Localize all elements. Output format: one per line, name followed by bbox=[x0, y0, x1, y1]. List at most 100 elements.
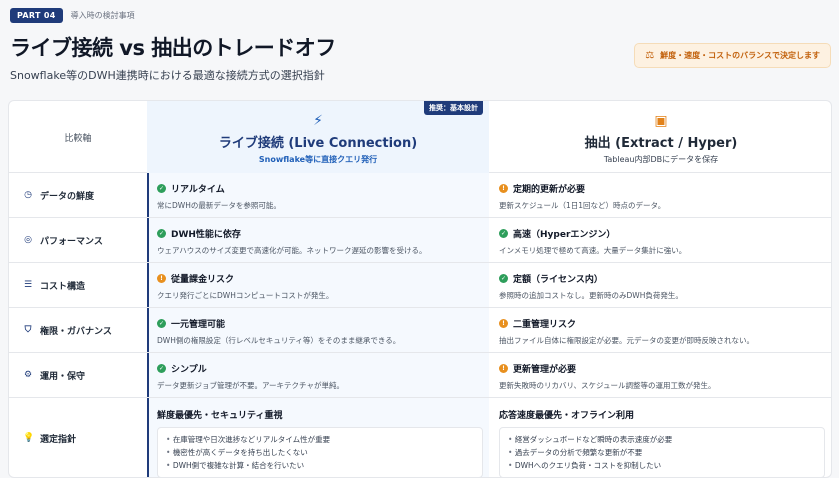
balance-note: ⚖ 鮮度・速度・コストのバランスで決定します bbox=[634, 43, 831, 68]
check-icon: ✓ bbox=[157, 319, 166, 328]
extract-item-label: 更新管理が必要 bbox=[513, 365, 577, 375]
list-item: 機密性が高くデータを持ち出したくない bbox=[166, 446, 474, 459]
scale-icon: ⚖ bbox=[645, 50, 655, 61]
gears-icon: ⚙ bbox=[23, 370, 33, 380]
list-item: 経営ダッシュボードなど瞬時の表示速度が必要 bbox=[508, 433, 816, 446]
gauge-icon: ◎ bbox=[24, 235, 32, 245]
extract-item-label: 定額（ライセンス内） bbox=[513, 275, 603, 285]
table-row: ◎ パフォーマンス ✓ DWH性能に依存ウェアハウスのサイズ変更で高速化が可能。ネット… bbox=[9, 218, 831, 263]
extract-item-title: ! 更新管理が必要 bbox=[499, 362, 831, 375]
guide-axis-label: 選定指針 bbox=[40, 434, 77, 445]
live-item-desc: クエリ発行ごとにDWHコンピュートコストが発生。 bbox=[157, 291, 334, 300]
live-item-label: リアルタイム bbox=[171, 185, 225, 195]
check-icon: ✓ bbox=[157, 184, 166, 193]
guide-row: 💡 選定指針 鮮度最優先・セキュリティ重視 在庫管理や日次進捗などリアルタイム性… bbox=[9, 398, 831, 477]
live-title: ライブ接続 (Live Connection) bbox=[218, 136, 418, 151]
coins-icon: ☰ bbox=[23, 280, 33, 290]
axis-cell: ⛉ 権限・ガバナンス bbox=[9, 308, 147, 352]
extract-item-desc: 更新スケジュール（1日1回など）時点のデータ。 bbox=[499, 201, 666, 210]
table-row: ◷ データの鮮度 ✓ リアルタイム 常にDWHの最新データを参照可能。! 定期的更新が必要… bbox=[9, 173, 831, 218]
table-row: ⛉ 権限・ガバナンス ✓ 一元管理可能 DWH側の権限設定（行レベルセキュリティ等）をそ… bbox=[9, 308, 831, 353]
warning-icon: ! bbox=[499, 184, 508, 193]
guide-live-cell: 鮮度最優先・セキュリティ重視 在庫管理や日次進捗などリアルタイム性が重要 機密性… bbox=[147, 398, 489, 477]
extract-item-title: ! 定期的更新が必要 bbox=[499, 182, 831, 195]
lightbulb-icon: 💡 bbox=[23, 433, 35, 443]
guide-extract-cell: 応答速度最優先・オフライン利用 経営ダッシュボードなど瞬時の表示速度が必要 過去… bbox=[489, 398, 831, 477]
live-item-label: シンプル bbox=[171, 365, 207, 375]
extract-column-header: ▣ 抽出 (Extract / Hyper) Tableau内部DBにデータを保… bbox=[489, 101, 831, 173]
list-item: DWH側で複雑な計算・結合を行いたい bbox=[166, 459, 474, 472]
list-item: DWHへのクエリ負荷・コストを抑制したい bbox=[508, 459, 816, 472]
check-icon: ✓ bbox=[499, 274, 508, 283]
extract-item-desc: 抽出ファイル自体に権限設定が必要。元データの変更が即時反映されない。 bbox=[499, 336, 754, 345]
live-item-title: ✓ シンプル bbox=[157, 362, 489, 375]
live-column-header: 推奨：基本設計 ⚡ ライブ接続 (Live Connection) Snowfl… bbox=[147, 101, 489, 173]
part-badge: PART 04 bbox=[10, 8, 63, 23]
axis-label: 運用・保守 bbox=[40, 371, 86, 382]
part-subtitle: 導入時の検討事項 bbox=[70, 11, 135, 20]
guide-extract-list: 経営ダッシュボードなど瞬時の表示速度が必要 過去データの分析で頻繁な更新が不要 … bbox=[499, 427, 825, 477]
check-icon: ✓ bbox=[499, 229, 508, 238]
live-cell: ! 従量課金リスククエリ発行ごとにDWHコンピュートコストが発生。 bbox=[147, 263, 489, 307]
extract-item-label: 二重管理リスク bbox=[513, 320, 577, 330]
recommended-badge: 推奨：基本設計 bbox=[424, 101, 483, 115]
live-item-label: 従量課金リスク bbox=[171, 275, 235, 285]
extract-item-label: 定期的更新が必要 bbox=[513, 185, 586, 195]
extract-item-title: ! 二重管理リスク bbox=[499, 317, 831, 330]
table-header-row: 比較軸 推奨：基本設計 ⚡ ライブ接続 (Live Connection) Sn… bbox=[9, 101, 831, 173]
shield-icon: ⛉ bbox=[24, 325, 32, 335]
live-item-title: ✓ DWH性能に依存 bbox=[157, 227, 489, 240]
live-cell: ✓ シンプル データ更新ジョブ管理が不要。アーキテクチャが単純。 bbox=[147, 353, 489, 397]
warning-icon: ! bbox=[499, 364, 508, 373]
extract-subtitle: Tableau内部DBにデータを保存 bbox=[603, 155, 719, 164]
list-item: 過去データの分析で頻繁な更新が不要 bbox=[508, 446, 816, 459]
extract-cell: ! 二重管理リスク抽出ファイル自体に権限設定が必要。元データの変更が即時反映されな… bbox=[489, 308, 831, 352]
balance-label: 鮮度・速度・コストのバランスで決定します bbox=[660, 51, 820, 60]
live-item-desc: 常にDWHの最新データを参照可能。 bbox=[157, 201, 281, 210]
live-cell: ✓ DWH性能に依存ウェアハウスのサイズ変更で高速化が可能。ネットワーク遅延の影響… bbox=[147, 218, 489, 262]
list-item: 在庫管理や日次進捗などリアルタイム性が重要 bbox=[166, 433, 474, 446]
extract-title: 抽出 (Extract / Hyper) bbox=[584, 136, 738, 151]
live-cell: ✓ 一元管理可能 DWH側の権限設定（行レベルセキュリティ等）をそのまま継承できる。 bbox=[147, 308, 489, 352]
table-row: ⚙ 運用・保守 ✓ シンプル データ更新ジョブ管理が不要。アーキテクチャが単純。! 更新管… bbox=[9, 353, 831, 398]
axis-cell: ⚙ 運用・保守 bbox=[9, 353, 147, 397]
guide-extract-title: 応答速度最優先・オフライン利用 bbox=[499, 411, 635, 421]
axis-cell: ◷ データの鮮度 bbox=[9, 173, 147, 217]
live-subtitle: Snowflake等に直接クエリ発行 bbox=[258, 155, 378, 164]
check-icon: ✓ bbox=[157, 364, 166, 373]
check-icon: ✓ bbox=[157, 229, 166, 238]
extract-item-label: 高速（Hyperエンジン） bbox=[513, 230, 616, 240]
guide-live-title: 鮮度最優先・セキュリティ重視 bbox=[157, 411, 283, 421]
extract-cell: ! 定期的更新が必要更新スケジュール（1日1回など）時点のデータ。 bbox=[489, 173, 831, 217]
clock-icon: ◷ bbox=[24, 190, 32, 200]
bolt-icon: ⚡ bbox=[313, 113, 323, 129]
warning-icon: ! bbox=[157, 274, 166, 283]
live-cell: ✓ リアルタイム常にDWHの最新データを参照可能。 bbox=[147, 173, 489, 217]
axis-label: コスト構造 bbox=[40, 281, 86, 292]
extract-cell: ✓ 定額（ライセンス内） 参照時の追加コストなし。更新時のみDWH負荷発生。 bbox=[489, 263, 831, 307]
axis-label: 権限・ガバナンス bbox=[40, 326, 112, 337]
extract-item-title: ✓ 定額（ライセンス内） bbox=[499, 272, 831, 285]
axis-cell: ◎ パフォーマンス bbox=[9, 218, 147, 262]
axis-column-header: 比較軸 bbox=[64, 133, 92, 144]
live-item-title: ✓ リアルタイム bbox=[157, 182, 489, 195]
live-item-desc: DWH側の権限設定（行レベルセキュリティ等）をそのまま継承できる。 bbox=[157, 336, 401, 345]
page-subtitle: Snowflake等のDWH連携時における最適な接続方式の選択指針 bbox=[10, 69, 325, 82]
extract-cell: ! 更新管理が必要更新失敗時のリカバリ、スケジュール調整等の運用工数が発生。 bbox=[489, 353, 831, 397]
box-icon: ▣ bbox=[654, 113, 668, 129]
guide-live-list: 在庫管理や日次進捗などリアルタイム性が重要 機密性が高くデータを持ち出したくない… bbox=[157, 427, 483, 477]
extract-item-title: ✓ 高速（Hyperエンジン） bbox=[499, 227, 831, 240]
table-row: ☰ コスト構造! 従量課金リスク クエリ発行ごとにDWHコンピュートコストが発生。 ✓ 定… bbox=[9, 263, 831, 308]
live-item-title: ✓ 一元管理可能 bbox=[157, 317, 489, 330]
extract-item-desc: 参照時の追加コストなし。更新時のみDWH負荷発生。 bbox=[499, 291, 683, 300]
live-item-desc: ウェアハウスのサイズ変更で高速化が可能。ネットワーク遅延の影響を受ける。 bbox=[157, 246, 427, 255]
guide-axis: 💡 選定指針 bbox=[9, 398, 147, 477]
extract-item-desc: 更新失敗時のリカバリ、スケジュール調整等の運用工数が発生。 bbox=[499, 381, 716, 390]
part-row: PART 04 導入時の検討事項 bbox=[10, 8, 829, 23]
extract-cell: ✓ 高速（Hyperエンジン） インメモリ処理で極めて高速。大量データ集計に強い。 bbox=[489, 218, 831, 262]
axis-label: データの鮮度 bbox=[40, 191, 95, 202]
live-item-label: 一元管理可能 bbox=[171, 320, 226, 330]
extract-item-desc: インメモリ処理で極めて高速。大量データ集計に強い。 bbox=[499, 246, 687, 255]
live-item-label: DWH性能に依存 bbox=[171, 230, 241, 240]
axis-cell: ☰ コスト構造 bbox=[9, 263, 147, 307]
